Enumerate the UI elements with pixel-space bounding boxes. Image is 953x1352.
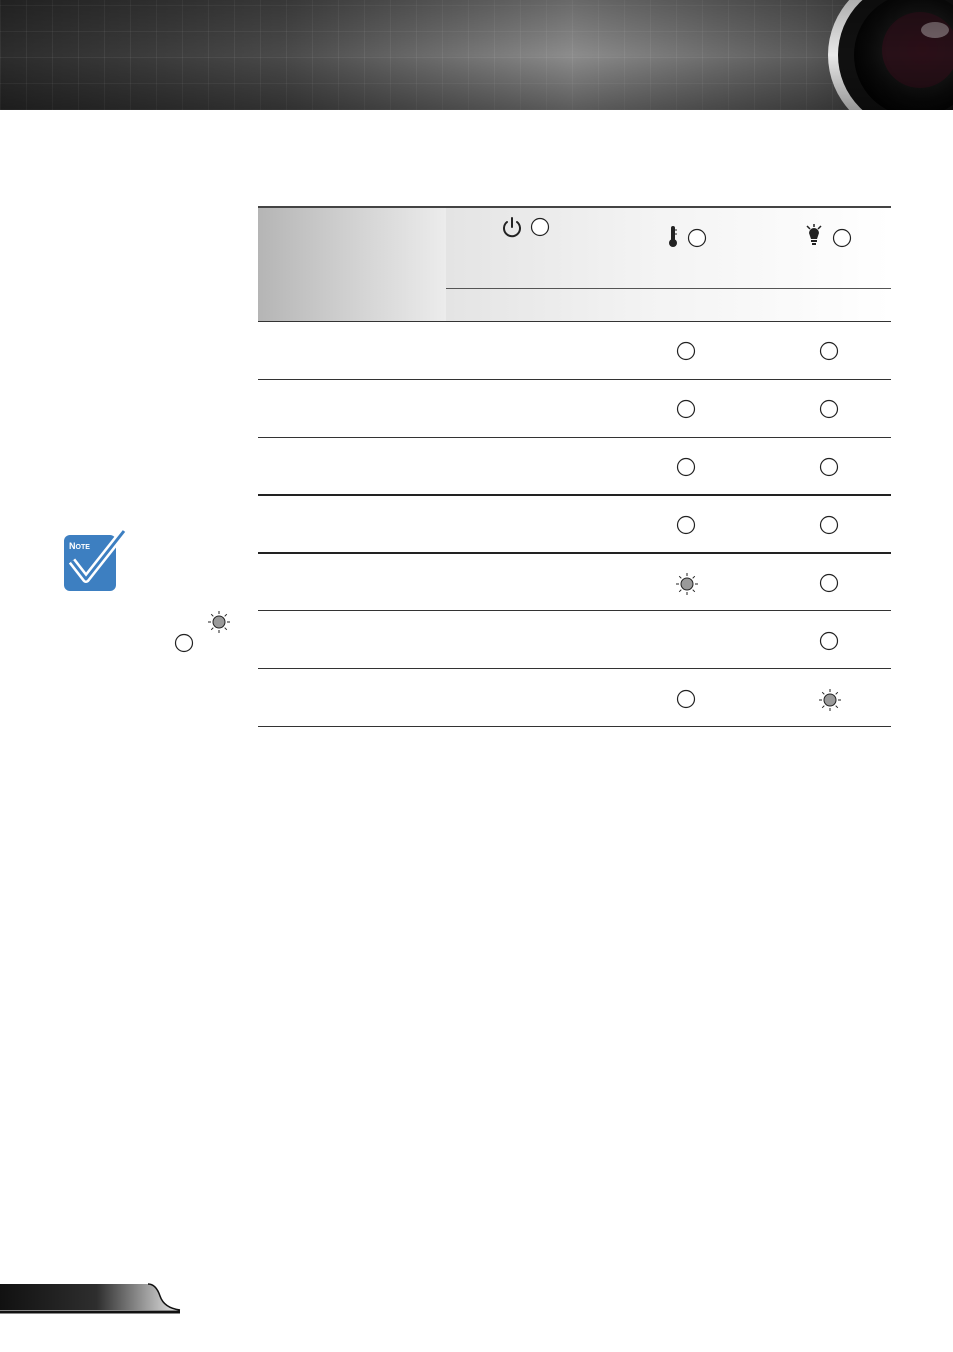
row-separator	[258, 437, 891, 438]
row-separator	[258, 668, 891, 669]
table-header-label-cell	[258, 208, 446, 321]
led-off-icon	[676, 515, 696, 540]
led-off-icon	[819, 631, 839, 656]
lamp-icon	[804, 224, 824, 253]
led-flashing-icon	[818, 688, 842, 717]
lamp-led-off-icon	[832, 228, 852, 253]
power-led-off-icon	[530, 217, 550, 242]
table-header-sub-rule	[446, 288, 891, 289]
note-check-icon: NOTE	[62, 528, 128, 593]
led-off-icon	[819, 399, 839, 424]
table-bottom-rule	[258, 726, 891, 727]
temp-led-off-icon	[687, 228, 707, 253]
led-off-icon	[819, 573, 839, 598]
led-off-icon	[819, 457, 839, 482]
page-tab	[0, 1278, 185, 1318]
row-separator	[258, 552, 891, 554]
led-off-icon	[174, 633, 194, 658]
led-flashing-icon	[675, 572, 699, 601]
row-separator	[258, 610, 891, 611]
led-off-icon	[819, 341, 839, 366]
header-banner	[0, 0, 953, 110]
projector-lens-icon	[820, 0, 953, 110]
power-icon	[500, 216, 524, 245]
led-off-icon	[676, 341, 696, 366]
thermometer-icon	[667, 225, 679, 254]
led-off-icon	[676, 399, 696, 424]
led-off-icon	[676, 457, 696, 482]
led-off-icon	[676, 689, 696, 714]
row-separator	[258, 494, 891, 496]
led-off-icon	[819, 515, 839, 540]
row-separator	[258, 379, 891, 380]
row-separator	[258, 321, 891, 322]
led-flashing-icon	[207, 610, 231, 639]
